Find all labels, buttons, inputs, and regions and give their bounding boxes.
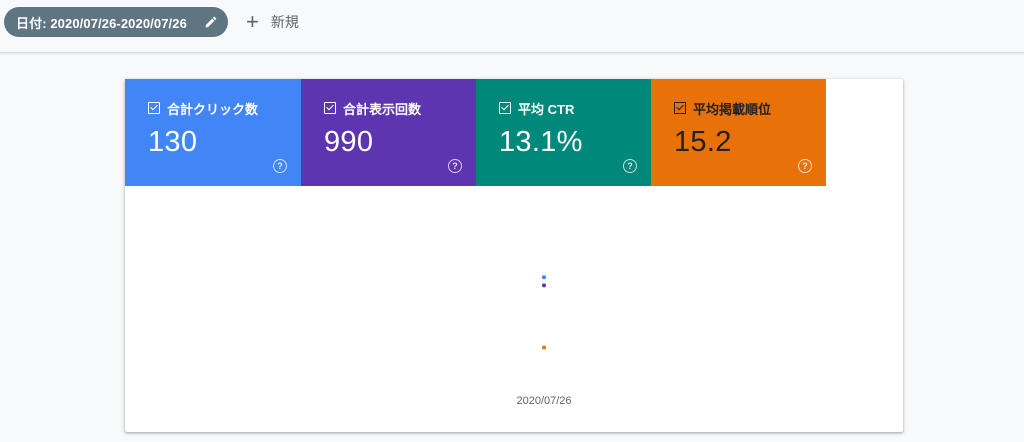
date-filter-chip[interactable]: 日付: 2020/07/26-2020/07/26 (4, 7, 228, 37)
metric-label: 平均掲載順位 (693, 101, 772, 117)
metric-label: 合計クリック数 (167, 101, 259, 117)
add-filter-label: 新規 (270, 14, 299, 30)
chart-svg: 2020/07/26 (516, 275, 572, 407)
date-filter-label: 日付: 2020/07/26-2020/07/26 (16, 15, 187, 31)
pencil-icon[interactable] (204, 15, 218, 29)
metric-total-clicks[interactable]: 合計クリック数 130 ? (125, 79, 301, 186)
add-filter-button[interactable]: + 新規 (246, 10, 299, 34)
help-icon[interactable]: ? (798, 159, 812, 173)
help-icon[interactable]: ? (448, 159, 462, 173)
chart-point[interactable] (542, 275, 546, 280)
chart-point[interactable] (542, 345, 546, 350)
metric-average-position[interactable]: 平均掲載順位 15.2 ? (651, 79, 826, 186)
chart-series-0 (542, 275, 546, 280)
metric-value: 13.1% (499, 126, 583, 158)
checkbox-icon[interactable] (499, 102, 511, 114)
metric-value: 130 (148, 126, 198, 158)
metric-tiles: 合計クリック数 130 ? 合計表示回数 990 ? 平均 CTR 13.1% … (125, 79, 826, 186)
checkbox-icon[interactable] (324, 102, 336, 114)
chart-point[interactable] (542, 283, 546, 288)
checkbox-icon[interactable] (674, 102, 686, 114)
x-tick-label: 2020/07/26 (516, 395, 571, 407)
metric-average-ctr[interactable]: 平均 CTR 13.1% ? (476, 79, 651, 186)
help-icon[interactable]: ? (273, 159, 287, 173)
performance-card: 合計クリック数 130 ? 合計表示回数 990 ? 平均 CTR 13.1% … (125, 79, 903, 432)
plus-icon: + (246, 9, 259, 34)
help-icon[interactable]: ? (623, 159, 637, 173)
metric-total-impressions[interactable]: 合計表示回数 990 ? (301, 79, 476, 186)
performance-chart: 2020/07/26 (125, 186, 903, 432)
toolbar: 日付: 2020/07/26-2020/07/26 + 新規 (0, 0, 1024, 53)
metric-value: 15.2 (674, 126, 732, 158)
metric-label: 合計表示回数 (343, 101, 422, 117)
chart-series-1 (542, 283, 546, 288)
checkbox-icon[interactable] (148, 102, 160, 114)
metric-label: 平均 CTR (518, 101, 575, 117)
chart-series-3 (542, 345, 546, 350)
metric-value: 990 (324, 126, 374, 158)
